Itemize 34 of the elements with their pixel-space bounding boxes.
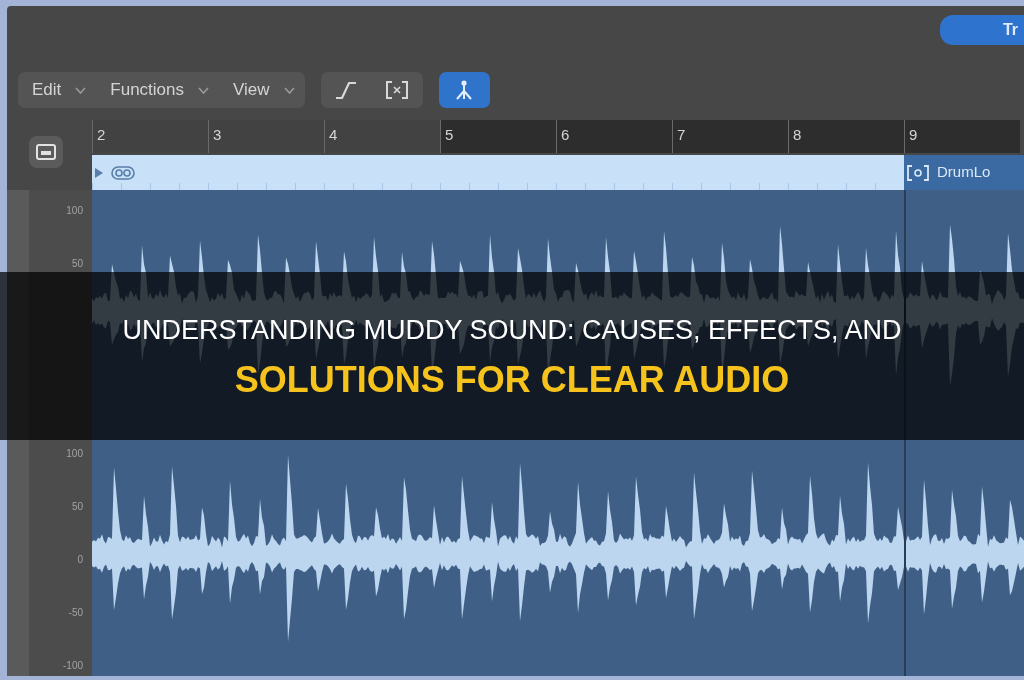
play-marker-icon <box>95 167 103 178</box>
axis-label: 0 <box>77 553 83 567</box>
ruler-segment: 2 <box>92 120 208 153</box>
axis-label: 50 <box>71 257 83 271</box>
axis-label: 100 <box>66 204 83 218</box>
ruler-segment: 3 <box>208 120 324 153</box>
axis-label: -100 <box>63 659 83 673</box>
region-header[interactable]: DrumLo <box>904 155 1024 190</box>
ruler-segment: 8 <box>788 120 904 153</box>
dropdown-menu-button[interactable]: Edit <box>18 72 97 108</box>
tool-button[interactable] <box>438 72 490 108</box>
branch-icon <box>454 80 475 100</box>
caret-icon <box>283 86 295 94</box>
ruler-segment: 9 <box>904 120 1020 153</box>
ruler-segment: 4 <box>324 120 440 153</box>
curve-icon <box>335 81 358 99</box>
header-button[interactable]: Tr <box>940 15 1024 45</box>
axis-label: -50 <box>68 606 83 620</box>
ruler-segment: 6 <box>556 120 672 153</box>
dropdown-menu-button[interactable]: View <box>219 72 305 108</box>
headline-text: SOLUTIONS FOR CLEAR AUDIO <box>234 359 790 401</box>
headline-text: UNDERSTANDING MUDDY SOUND: CAUSES, EFFECTS, AND <box>122 314 902 346</box>
frame-icon[interactable] <box>28 136 63 168</box>
bracket-icon <box>907 164 929 181</box>
loop-icon <box>111 165 135 180</box>
caret-icon <box>198 86 209 94</box>
ruler-segment: 5 <box>440 120 556 153</box>
dropdown-menu-button[interactable]: Functions <box>96 72 219 108</box>
ruler-segment: 7 <box>672 120 788 153</box>
caret-icon <box>75 86 87 94</box>
axis-label: 100 <box>66 447 83 461</box>
region-name: DrumLo <box>937 162 991 183</box>
bracket-icon <box>386 81 409 99</box>
axis-label: 50 <box>71 500 83 514</box>
